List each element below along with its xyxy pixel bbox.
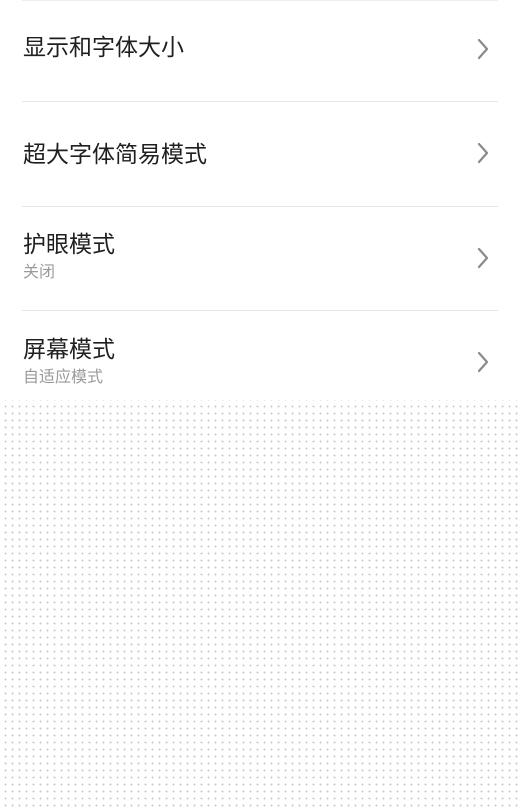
display-and-font-size-title: 显示和字体大小 [23,35,184,61]
eye-protection-mode-status: 关闭 [23,262,56,281]
large-font-simple-mode-title: 超大字体简易模式 [23,142,207,168]
empty-background-area [0,400,520,807]
display-and-font-size-item[interactable]: 显示和字体大小 [0,0,520,101]
settings-list: 显示和字体大小 超大字体简易模式 护眼模式 关闭 屏幕模式 自适应模式 [0,0,520,400]
chevron-right-icon [477,351,489,373]
screen-mode-item[interactable]: 屏幕模式 自适应模式 [0,311,520,400]
large-font-simple-mode-item[interactable]: 超大字体简易模式 [0,102,520,206]
chevron-right-icon [477,142,489,164]
screen-mode-status: 自适应模式 [23,367,104,386]
chevron-right-icon [477,38,489,60]
eye-protection-mode-item[interactable]: 护眼模式 关闭 [0,207,520,310]
eye-protection-mode-title: 护眼模式 [23,232,115,258]
screen-mode-title: 屏幕模式 [23,337,115,363]
chevron-right-icon [477,247,489,269]
